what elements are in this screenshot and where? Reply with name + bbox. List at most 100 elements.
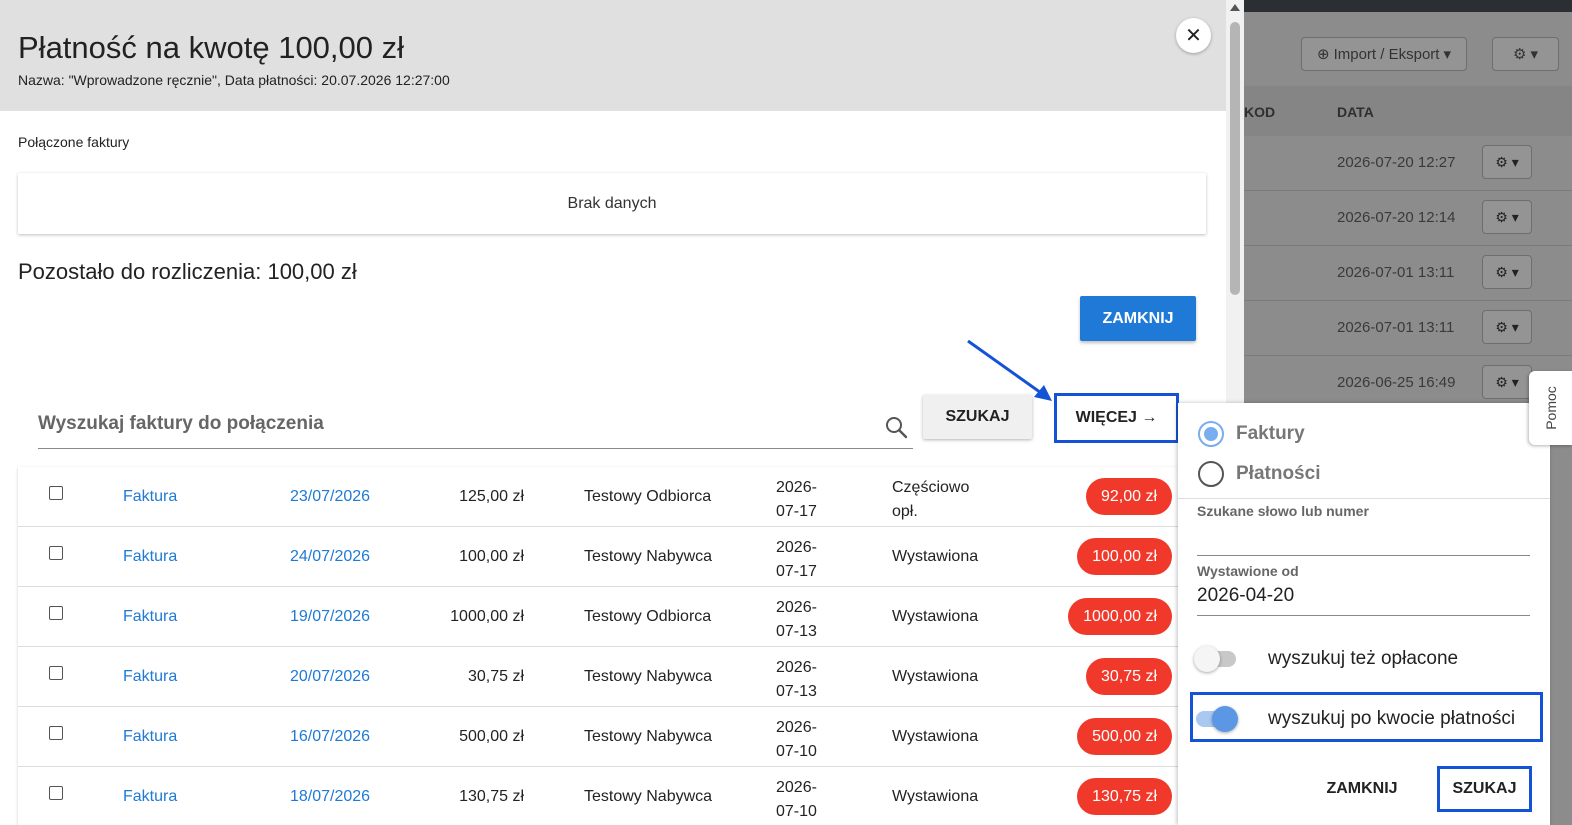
invoice-type-link[interactable]: Faktura	[123, 728, 177, 746]
invoice-date: 2026-07-10	[776, 719, 817, 760]
modal-header: Płatność na kwotę 100,00 zł Nazwa: "Wpro…	[0, 0, 1226, 111]
table-row[interactable]: Faktura 19/07/2026 1000,00 zł Testowy Od…	[18, 587, 1178, 647]
advanced-search-panel: Faktury Płatności Szukane słowo lub nume…	[1178, 403, 1550, 825]
invoice-type-link[interactable]: Faktura	[123, 608, 177, 626]
invoice-search-field	[38, 405, 913, 449]
invoice-type-link[interactable]: Faktura	[123, 668, 177, 686]
background-row: 2026-07-01 13:11 ⚙ ▾	[1244, 301, 1572, 356]
row-checkbox[interactable]	[49, 666, 63, 680]
row-checkbox[interactable]	[49, 606, 63, 620]
gear-icon: ⚙	[1513, 46, 1527, 63]
due-amount-badge: 30,75 zł	[1085, 658, 1172, 695]
settings-menu-button[interactable]: ⚙ ▾	[1492, 37, 1559, 71]
gear-icon: ⚙ ▾	[1495, 263, 1519, 280]
row-gear-button[interactable]: ⚙ ▾	[1482, 255, 1532, 289]
invoice-date: 2026-07-17	[776, 479, 817, 520]
row-checkbox[interactable]	[49, 546, 63, 560]
toggle-amount-switch[interactable]	[1196, 706, 1238, 732]
caret-down-icon: ▾	[1443, 46, 1451, 63]
table-row[interactable]: Faktura 24/07/2026 100,00 zł Testowy Nab…	[18, 527, 1178, 587]
invoice-type-link[interactable]: Faktura	[123, 488, 177, 506]
invoice-date: 2026-07-13	[776, 659, 817, 700]
invoice-customer: Testowy Nabywca	[584, 788, 713, 805]
download-icon: ⊕	[1317, 46, 1330, 63]
invoice-number-link[interactable]: 23/07/2026	[290, 488, 370, 506]
row-checkbox[interactable]	[49, 486, 63, 500]
invoice-type-link[interactable]: Faktura	[123, 788, 177, 806]
invoice-customer: Testowy Odbiorca	[584, 608, 712, 625]
row-date: 2026-07-01 13:11	[1337, 319, 1455, 336]
due-amount-badge: 100,00 zł	[1077, 538, 1172, 575]
background-row: 2026-07-20 12:14 ⚙ ▾	[1244, 191, 1572, 246]
row-gear-button[interactable]: ⚙ ▾	[1482, 365, 1532, 399]
row-date: 2026-07-20 12:27	[1337, 154, 1456, 171]
invoice-number-link[interactable]: 18/07/2026	[290, 788, 370, 806]
radio-unselected-icon[interactable]	[1198, 461, 1224, 487]
column-kod: KOD	[1244, 104, 1276, 120]
invoice-number-link[interactable]: 16/07/2026	[290, 728, 370, 746]
close-button[interactable]: ✕	[1176, 18, 1211, 53]
invoice-status: Wystawiona	[892, 608, 979, 625]
radio-payments[interactable]: Płatności	[1198, 461, 1320, 487]
radio-invoices[interactable]: Faktury	[1198, 421, 1305, 447]
toggle-row-amount[interactable]: wyszukuj po kwocie płatności	[1196, 706, 1516, 732]
invoice-customer: Testowy Odbiorca	[584, 488, 712, 505]
payment-modal: Płatność na kwotę 100,00 zł Nazwa: "Wpro…	[0, 0, 1226, 825]
invoice-date: 2026-07-17	[776, 539, 817, 580]
due-amount-badge: 92,00 zł	[1085, 478, 1172, 515]
table-row[interactable]: Faktura 20/07/2026 30,75 zł Testowy Naby…	[18, 647, 1178, 707]
invoice-amount: 130,75 zł	[459, 788, 524, 805]
modal-close-button[interactable]: ZAMKNIJ	[1080, 296, 1196, 341]
row-date: 2026-07-01 13:11	[1337, 264, 1455, 281]
table-row[interactable]: Faktura 23/07/2026 125,00 zł Testowy Odb…	[18, 467, 1178, 527]
panel-search-button[interactable]: SZUKAJ	[1437, 766, 1532, 812]
keyword-underline	[1197, 555, 1530, 556]
help-tab[interactable]: Pomoc	[1529, 371, 1572, 445]
radio-selected-icon[interactable]	[1198, 421, 1224, 447]
invoice-number-link[interactable]: 24/07/2026	[290, 548, 370, 566]
background-row: 2026-07-01 13:11 ⚙ ▾	[1244, 246, 1572, 301]
table-row[interactable]: Faktura 18/07/2026 130,75 zł Testowy Nab…	[18, 767, 1178, 825]
toggle-paid-switch[interactable]	[1194, 646, 1236, 672]
invoice-customer: Testowy Nabywca	[584, 728, 713, 745]
gear-icon: ⚙ ▾	[1495, 373, 1519, 390]
gear-icon: ⚙ ▾	[1495, 153, 1519, 170]
import-export-button[interactable]: ⊕ Import / Eksport ▾	[1301, 37, 1467, 71]
invoice-search-input[interactable]	[38, 413, 868, 435]
invoice-type-link[interactable]: Faktura	[123, 548, 177, 566]
scroll-up-arrow-icon[interactable]	[1230, 4, 1240, 11]
row-gear-button[interactable]: ⚙ ▾	[1482, 310, 1532, 344]
panel-close-button[interactable]: ZAMKNIJ	[1312, 769, 1412, 809]
help-tab-label: Pomoc	[1542, 386, 1559, 430]
search-icon[interactable]	[884, 415, 908, 439]
invoice-amount: 100,00 zł	[459, 548, 524, 565]
invoice-number-link[interactable]: 20/07/2026	[290, 668, 370, 686]
toggle-paid-label: wyszukuj też opłacone	[1268, 648, 1459, 669]
row-checkbox[interactable]	[49, 786, 63, 800]
toggle-knob	[1212, 706, 1238, 732]
due-amount-badge: 130,75 zł	[1077, 778, 1172, 815]
background-topbar	[1244, 0, 1572, 12]
row-gear-button[interactable]: ⚙ ▾	[1482, 200, 1532, 234]
invoice-status: Wystawiona	[892, 788, 979, 805]
background-row: 2026-07-20 12:27 ⚙ ▾	[1244, 136, 1572, 191]
issued-from-underline	[1197, 615, 1530, 616]
background-table-header: KOD DATA	[1244, 86, 1572, 136]
scrollbar-thumb[interactable]	[1230, 22, 1240, 295]
toggle-row-paid[interactable]: wyszukuj też opłacone	[1194, 646, 1459, 672]
no-data-text: Brak danych	[567, 194, 657, 212]
invoice-number-link[interactable]: 19/07/2026	[290, 608, 370, 626]
row-checkbox[interactable]	[49, 726, 63, 740]
invoice-amount: 30,75 zł	[467, 668, 524, 685]
more-button[interactable]: WIĘCEJ →	[1054, 393, 1179, 443]
row-gear-button[interactable]: ⚙ ▾	[1482, 145, 1532, 179]
row-date: 2026-06-25 16:49	[1337, 374, 1456, 391]
panel-divider	[1178, 498, 1550, 499]
linked-invoices-label: Połączone faktury	[18, 134, 130, 150]
table-row[interactable]: Faktura 16/07/2026 500,00 zł Testowy Nab…	[18, 707, 1178, 767]
toggle-amount-label: wyszukuj po kwocie płatności	[1268, 708, 1516, 729]
issued-from-input[interactable]: 2026-04-20	[1197, 585, 1294, 607]
invoice-status: Wystawiona	[892, 668, 979, 685]
invoice-customer: Testowy Nabywca	[584, 668, 713, 685]
gear-icon: ⚙ ▾	[1495, 318, 1519, 335]
